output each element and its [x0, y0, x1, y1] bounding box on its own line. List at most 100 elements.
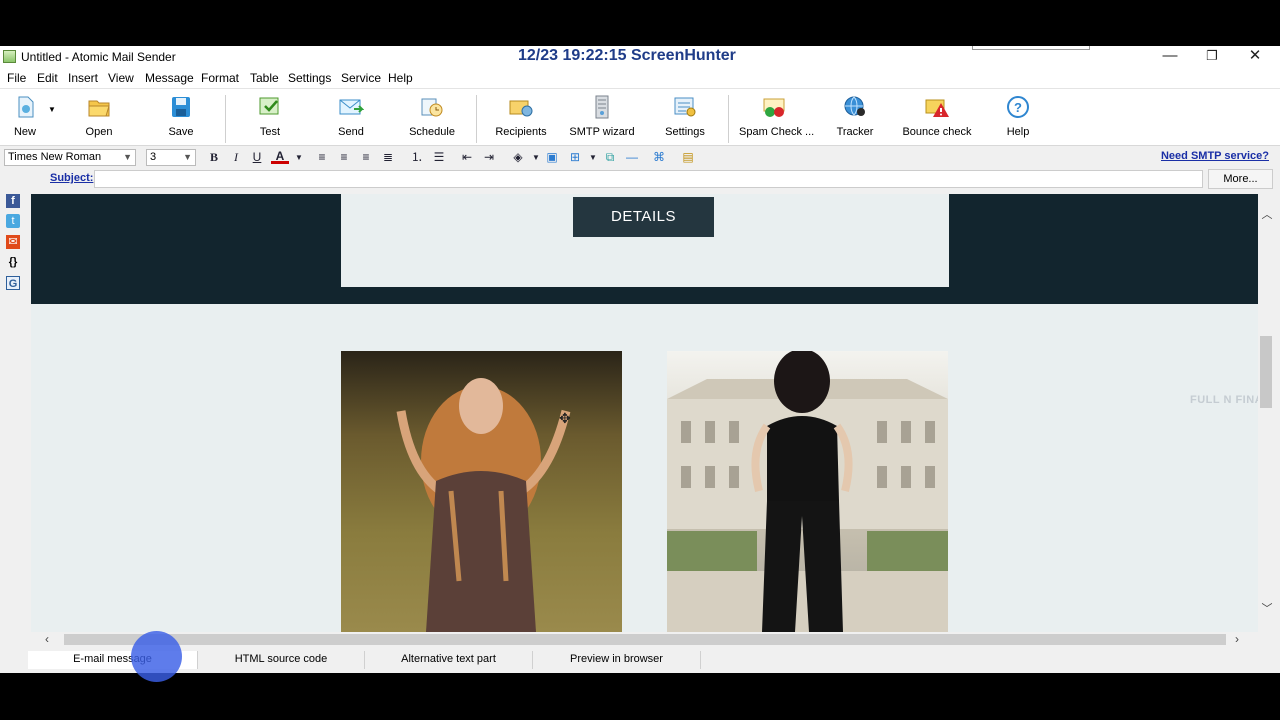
align-center-icon[interactable]: ≡	[335, 149, 353, 166]
maximize-button[interactable]: ❐	[1190, 46, 1234, 68]
send-label: Send	[338, 126, 364, 138]
main-toolbar: New ▼ Open Save Test Send Schedule Recip…	[0, 88, 1280, 146]
subject-bar: Subject: More...	[0, 168, 1280, 190]
fill-color-icon[interactable]: ◈	[509, 149, 527, 166]
app-window: Untitled - Atomic Mail Sender 12/23 19:2…	[0, 46, 1280, 682]
menu-view[interactable]: View	[108, 71, 134, 85]
spam-check-label: Spam Check ...	[739, 126, 815, 138]
spam-check-button[interactable]: Spam Check ...	[739, 95, 815, 143]
smtp-wizard-label: SMTP wizard	[569, 126, 635, 138]
font-size-value: 3	[150, 151, 157, 163]
new-button[interactable]: New	[0, 95, 60, 143]
table-dropdown-icon[interactable]: ▼	[584, 149, 602, 166]
recipients-button[interactable]: Recipients	[486, 95, 556, 143]
email-icon[interactable]: ✉	[6, 235, 20, 249]
help-button[interactable]: ? Help	[983, 95, 1053, 143]
font-color-button[interactable]: A	[271, 149, 289, 164]
tracker-globe-icon	[842, 95, 868, 119]
schedule-button[interactable]: Schedule	[397, 95, 467, 143]
test-button[interactable]: Test	[235, 95, 305, 143]
tracker-button[interactable]: Tracker	[820, 95, 890, 143]
title-bar: Untitled - Atomic Mail Sender 12/23 19:2…	[0, 46, 1280, 68]
facebook-icon[interactable]: f	[6, 194, 20, 208]
indent-icon[interactable]: ⇥	[480, 149, 498, 166]
vertical-scroll-thumb[interactable]	[1260, 336, 1272, 408]
settings-icon	[672, 95, 698, 119]
insert-picture-icon[interactable]: ⧉	[601, 149, 619, 166]
vertical-scrollbar[interactable]: ︿ ﹀	[1258, 194, 1275, 642]
model-photo-left	[341, 351, 622, 632]
send-button[interactable]: Send	[316, 95, 386, 143]
google-icon[interactable]: G	[6, 276, 20, 290]
numbered-list-icon[interactable]: ⒈	[408, 149, 426, 166]
menu-settings[interactable]: Settings	[288, 71, 331, 85]
tab-html-source-code[interactable]: HTML source code	[198, 651, 365, 669]
menu-help[interactable]: Help	[388, 71, 413, 85]
click-indicator	[131, 631, 182, 682]
outdent-icon[interactable]: ⇤	[458, 149, 476, 166]
font-size-select[interactable]: 3 ▼	[146, 149, 196, 166]
tab-alternative-text-part[interactable]: Alternative text part	[365, 651, 533, 669]
scroll-up-icon[interactable]: ︿	[1260, 206, 1274, 222]
bullet-list-icon[interactable]: ☰	[430, 149, 448, 166]
menu-service[interactable]: Service	[341, 71, 381, 85]
smtp-wizard-button[interactable]: SMTP wizard	[567, 95, 637, 143]
need-smtp-service-link[interactable]: Need SMTP service?	[1161, 150, 1269, 162]
close-button[interactable]: ✕	[1233, 46, 1277, 68]
test-icon	[257, 95, 283, 119]
settings-button[interactable]: Settings	[650, 95, 720, 143]
details-button[interactable]: DETAILS	[573, 197, 714, 237]
test-label: Test	[259, 126, 281, 138]
menu-table[interactable]: Table	[250, 71, 279, 85]
window-title: Untitled - Atomic Mail Sender	[21, 50, 176, 64]
save-disk-icon	[168, 95, 194, 119]
subject-label[interactable]: Subject:	[50, 172, 93, 184]
paste-icon[interactable]: ▤	[679, 149, 697, 166]
toolbar-separator	[476, 95, 477, 143]
help-question-icon: ?	[1005, 95, 1031, 119]
save-label: Save	[168, 126, 194, 138]
horizontal-scroll-thumb[interactable]	[64, 634, 1226, 645]
font-family-select[interactable]: Times New Roman ▼	[4, 149, 136, 166]
horizontal-line-icon[interactable]: —	[623, 149, 641, 166]
underline-button[interactable]: U	[248, 149, 266, 166]
bounce-check-button[interactable]: Bounce check	[901, 95, 973, 143]
tab-preview-in-browser[interactable]: Preview in browser	[533, 651, 701, 669]
horizontal-scrollbar[interactable]: ‹ ›	[40, 632, 1258, 646]
menu-format[interactable]: Format	[201, 71, 239, 85]
align-right-icon[interactable]: ≡	[357, 149, 375, 166]
font-color-dropdown-icon[interactable]: ▼	[290, 149, 308, 166]
menu-message[interactable]: Message	[145, 71, 194, 85]
align-justify-icon[interactable]: ≣	[379, 149, 397, 166]
new-dropdown-arrow-icon[interactable]: ▼	[48, 105, 56, 114]
toolbar-separator	[225, 95, 226, 143]
minimize-button[interactable]: —	[1148, 46, 1192, 68]
menu-bar: File Edit Insert View Message Format Tab…	[0, 68, 1280, 88]
tracker-label: Tracker	[836, 126, 874, 138]
smtp-server-icon	[589, 95, 615, 119]
recipients-icon	[508, 95, 534, 119]
banner-inner-panel: DETAILS	[341, 194, 949, 287]
align-left-icon[interactable]: ≡	[313, 149, 331, 166]
insert-image-icon[interactable]: ▣	[543, 149, 561, 166]
menu-edit[interactable]: Edit	[37, 71, 58, 85]
menu-file[interactable]: File	[7, 71, 26, 85]
email-editor[interactable]: DETAILS	[31, 194, 1258, 632]
more-button[interactable]: More...	[1208, 169, 1273, 189]
insert-table-icon[interactable]: ⊞	[566, 149, 584, 166]
recipients-label: Recipients	[495, 126, 547, 138]
subject-input[interactable]	[94, 170, 1203, 188]
new-label: New	[13, 126, 36, 138]
italic-button[interactable]: I	[227, 149, 245, 166]
menu-insert[interactable]: Insert	[68, 71, 98, 85]
scroll-right-icon[interactable]: ›	[1235, 632, 1239, 646]
scroll-down-icon[interactable]: ﹀	[1260, 600, 1274, 616]
model-photo-right	[667, 351, 948, 632]
insert-special-icon[interactable]: ⌘	[650, 149, 668, 166]
bold-button[interactable]: B	[205, 149, 223, 166]
scroll-left-icon[interactable]: ‹	[45, 632, 49, 646]
braces-icon[interactable]: {}	[6, 255, 20, 269]
twitter-icon[interactable]: t	[6, 214, 20, 228]
save-button[interactable]: Save	[146, 95, 216, 143]
open-button[interactable]: Open	[64, 95, 134, 143]
